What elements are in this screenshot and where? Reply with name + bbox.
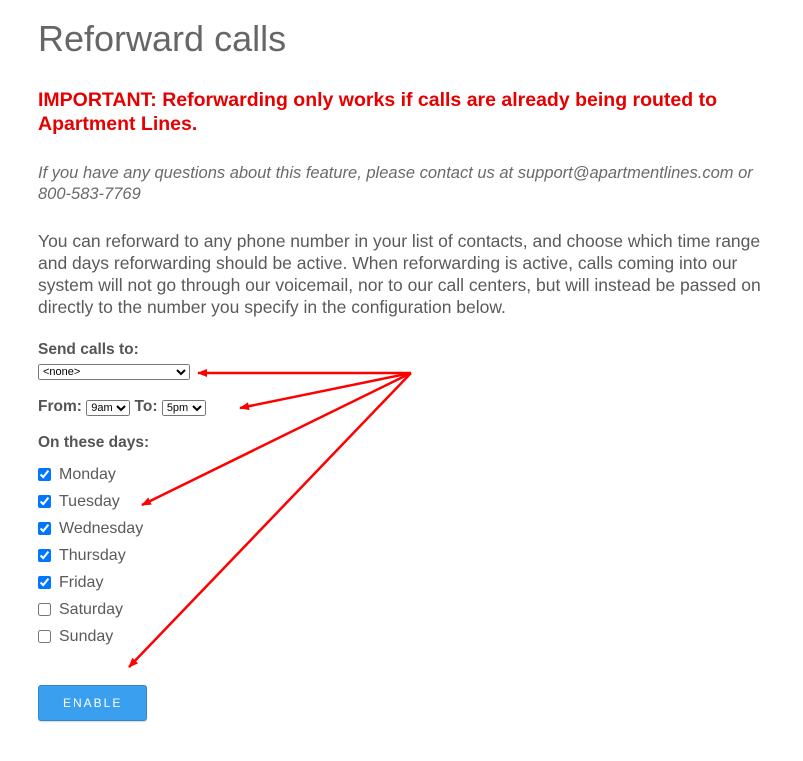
day-row-wednesday: Wednesday	[38, 520, 765, 538]
day-row-saturday: Saturday	[38, 601, 765, 619]
days-label: On these days:	[38, 434, 765, 452]
time-range-row: From: 9am To: 5pm	[38, 398, 765, 416]
day-checkbox-tuesday[interactable]	[38, 495, 51, 508]
day-row-friday: Friday	[38, 574, 765, 592]
from-time-select[interactable]: 9am	[86, 400, 130, 416]
day-label-friday: Friday	[59, 574, 103, 592]
day-row-sunday: Sunday	[38, 628, 765, 646]
day-checkbox-monday[interactable]	[38, 468, 51, 481]
day-checkbox-friday[interactable]	[38, 576, 51, 589]
day-checkbox-thursday[interactable]	[38, 549, 51, 562]
to-time-select[interactable]: 5pm	[162, 400, 206, 416]
to-label: To:	[135, 398, 158, 415]
day-label-thursday: Thursday	[59, 547, 126, 565]
day-label-saturday: Saturday	[59, 601, 123, 619]
enable-button[interactable]: ENABLE	[38, 685, 147, 721]
day-label-monday: Monday	[59, 466, 116, 484]
days-list: Monday Tuesday Wednesday Thursday Friday Satu…	[38, 466, 765, 646]
day-label-tuesday: Tuesday	[59, 493, 120, 511]
day-label-sunday: Sunday	[59, 628, 113, 646]
from-label: From:	[38, 398, 82, 415]
day-checkbox-wednesday[interactable]	[38, 522, 51, 535]
send-calls-to-select[interactable]: <none>	[38, 364, 190, 380]
warning-text: IMPORTANT: Reforwarding only works if ca…	[38, 88, 765, 137]
day-label-wednesday: Wednesday	[59, 520, 143, 538]
day-checkbox-sunday[interactable]	[38, 630, 51, 643]
description-text: You can reforward to any phone number in…	[38, 230, 765, 319]
day-checkbox-saturday[interactable]	[38, 603, 51, 616]
reforward-form: Send calls to: <none> From: 9am To: 5pm …	[38, 341, 765, 721]
day-row-tuesday: Tuesday	[38, 493, 765, 511]
contact-note: If you have any questions about this fea…	[38, 163, 765, 206]
day-row-monday: Monday	[38, 466, 765, 484]
send-calls-label: Send calls to:	[38, 341, 765, 359]
page-title: Reforward calls	[38, 18, 765, 60]
day-row-thursday: Thursday	[38, 547, 765, 565]
